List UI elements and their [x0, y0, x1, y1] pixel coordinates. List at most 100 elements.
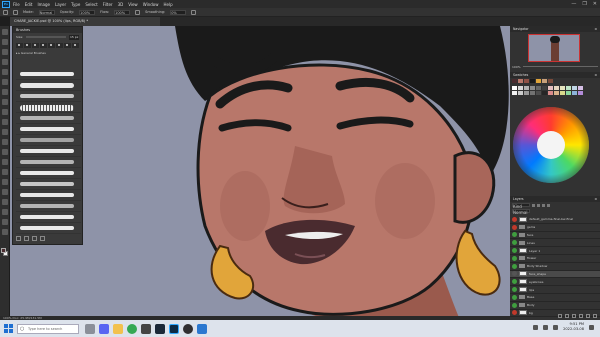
obs-icon[interactable] — [183, 323, 193, 334]
smoothing-field[interactable]: 0% — [170, 9, 187, 15]
brush-preset[interactable] — [16, 135, 81, 146]
close-icon[interactable]: ✕ — [593, 1, 597, 7]
layer-row[interactable]: Body — [510, 302, 600, 310]
mode-select[interactable]: Normal — [38, 9, 55, 15]
brush-preset[interactable] — [16, 223, 81, 234]
brush-tip[interactable] — [32, 43, 39, 48]
brush-preset-icon[interactable] — [13, 9, 18, 15]
gradient-tool-icon[interactable] — [2, 149, 8, 155]
swatch[interactable] — [518, 91, 523, 95]
swatch[interactable] — [524, 86, 529, 90]
new-brush-icon[interactable] — [32, 236, 37, 241]
navigator-thumbnail[interactable] — [528, 34, 580, 62]
photoshop-logo-icon[interactable]: Ps — [2, 0, 10, 8]
airbrush-icon[interactable] — [135, 9, 141, 15]
steam-icon[interactable] — [155, 323, 165, 334]
taskbar-clock[interactable]: 9:51 PM 2022-03-08 — [563, 322, 584, 332]
new-group-icon[interactable] — [579, 314, 583, 318]
type-tool-icon[interactable] — [2, 189, 8, 195]
media-player-icon[interactable] — [141, 323, 151, 334]
filter-shape-icon[interactable] — [547, 203, 550, 207]
network-icon[interactable] — [543, 324, 549, 330]
menu-3d[interactable]: 3D — [118, 2, 124, 7]
brush-tip[interactable] — [48, 43, 55, 48]
menu-layer[interactable]: Layer — [55, 2, 66, 7]
swatch[interactable] — [536, 86, 541, 90]
menu-file[interactable]: File — [13, 2, 20, 7]
layer-row[interactable]: gems — [510, 224, 600, 232]
discord-icon[interactable] — [99, 323, 109, 334]
stamp-tool-icon[interactable] — [2, 119, 8, 125]
brush-tip[interactable] — [40, 43, 47, 48]
filter-type-icon[interactable] — [542, 203, 545, 207]
swatch[interactable] — [530, 86, 535, 90]
delete-brush-icon[interactable] — [40, 236, 45, 241]
visibility-eye-icon[interactable] — [512, 279, 517, 285]
layer-row-selected[interactable]: face_shape — [510, 270, 600, 279]
layer-style-icon[interactable] — [565, 314, 569, 318]
visibility-eye-icon[interactable] — [512, 216, 517, 222]
blend-mode-select[interactable]: Normal — [512, 209, 530, 215]
menu-help[interactable]: Help — [163, 2, 172, 7]
windows-start-icon[interactable] — [4, 324, 13, 333]
swatch[interactable] — [518, 86, 523, 90]
visibility-eye-icon[interactable] — [512, 232, 517, 238]
brush-folder[interactable]: ▸ ▸ General Brushes — [13, 50, 82, 56]
volume-icon[interactable] — [553, 324, 559, 330]
swatch[interactable] — [572, 91, 577, 95]
notification-icon[interactable] — [589, 324, 594, 330]
swatch[interactable] — [536, 91, 541, 95]
new-group-icon[interactable] — [24, 236, 29, 241]
task-view-icon[interactable] — [85, 323, 95, 334]
swatch[interactable] — [566, 86, 571, 90]
menu-window[interactable]: Window — [143, 2, 159, 7]
brush-preset[interactable] — [16, 102, 81, 113]
restore-icon[interactable]: ❐ — [582, 1, 586, 7]
visibility-eye-icon[interactable] — [512, 248, 517, 254]
brush-tip[interactable] — [24, 43, 31, 48]
filter-adjustment-icon[interactable] — [537, 203, 540, 207]
brush-tip[interactable] — [72, 43, 79, 48]
brush-size-field[interactable]: 15 px — [69, 34, 79, 40]
swatch[interactable] — [548, 86, 553, 90]
add-mask-icon[interactable] — [572, 314, 576, 318]
recent-swatch[interactable] — [530, 79, 535, 83]
new-layer-icon[interactable] — [586, 314, 590, 318]
layer-row[interactable]: Layer 1 — [510, 247, 600, 255]
menu-select[interactable]: Select — [85, 2, 97, 7]
swatch[interactable] — [530, 91, 535, 95]
path-select-tool-icon[interactable] — [2, 199, 8, 205]
brush-preset[interactable] — [16, 190, 81, 201]
swatch[interactable] — [578, 91, 583, 95]
swatch[interactable] — [560, 86, 565, 90]
vscode-icon[interactable] — [197, 323, 207, 334]
recent-swatch[interactable] — [536, 79, 541, 83]
minimize-icon[interactable]: — — [571, 1, 576, 7]
visibility-eye-icon[interactable] — [512, 294, 517, 300]
link-layers-icon[interactable] — [558, 314, 562, 318]
brush-preset[interactable] — [16, 91, 81, 102]
swatch[interactable] — [554, 86, 559, 90]
layer-row[interactable]: Base — [510, 294, 600, 302]
visibility-eye-icon[interactable] — [512, 302, 517, 308]
document-tab[interactable]: CHARE_JACKIE.psd @ 100% (lips, RGB/8) * — [10, 17, 160, 26]
move-tool-icon[interactable] — [2, 29, 8, 35]
marquee-tool-icon[interactable] — [2, 39, 8, 45]
frame-tool-icon[interactable] — [2, 79, 8, 85]
zoom-value[interactable]: 100% — [512, 65, 521, 69]
swatch[interactable] — [578, 86, 583, 90]
menu-view[interactable]: View — [128, 2, 138, 7]
swatch[interactable] — [512, 91, 517, 95]
taskbar-search-box[interactable]: Type here to search — [17, 323, 79, 334]
layer-kind-filter[interactable]: Kind — [512, 203, 530, 209]
crop-tool-icon[interactable] — [2, 69, 8, 75]
brush-preset[interactable] — [16, 146, 81, 157]
panel-menu-icon[interactable]: ≡ — [594, 26, 597, 32]
recent-swatch[interactable] — [524, 79, 529, 83]
chrome-icon[interactable] — [127, 323, 137, 334]
document-canvas[interactable] — [10, 26, 510, 320]
menu-edit[interactable]: Edit — [25, 2, 33, 7]
visibility-eye-icon[interactable] — [512, 271, 517, 277]
brush-tip[interactable] — [16, 43, 23, 48]
pen-tool-icon[interactable] — [2, 179, 8, 185]
